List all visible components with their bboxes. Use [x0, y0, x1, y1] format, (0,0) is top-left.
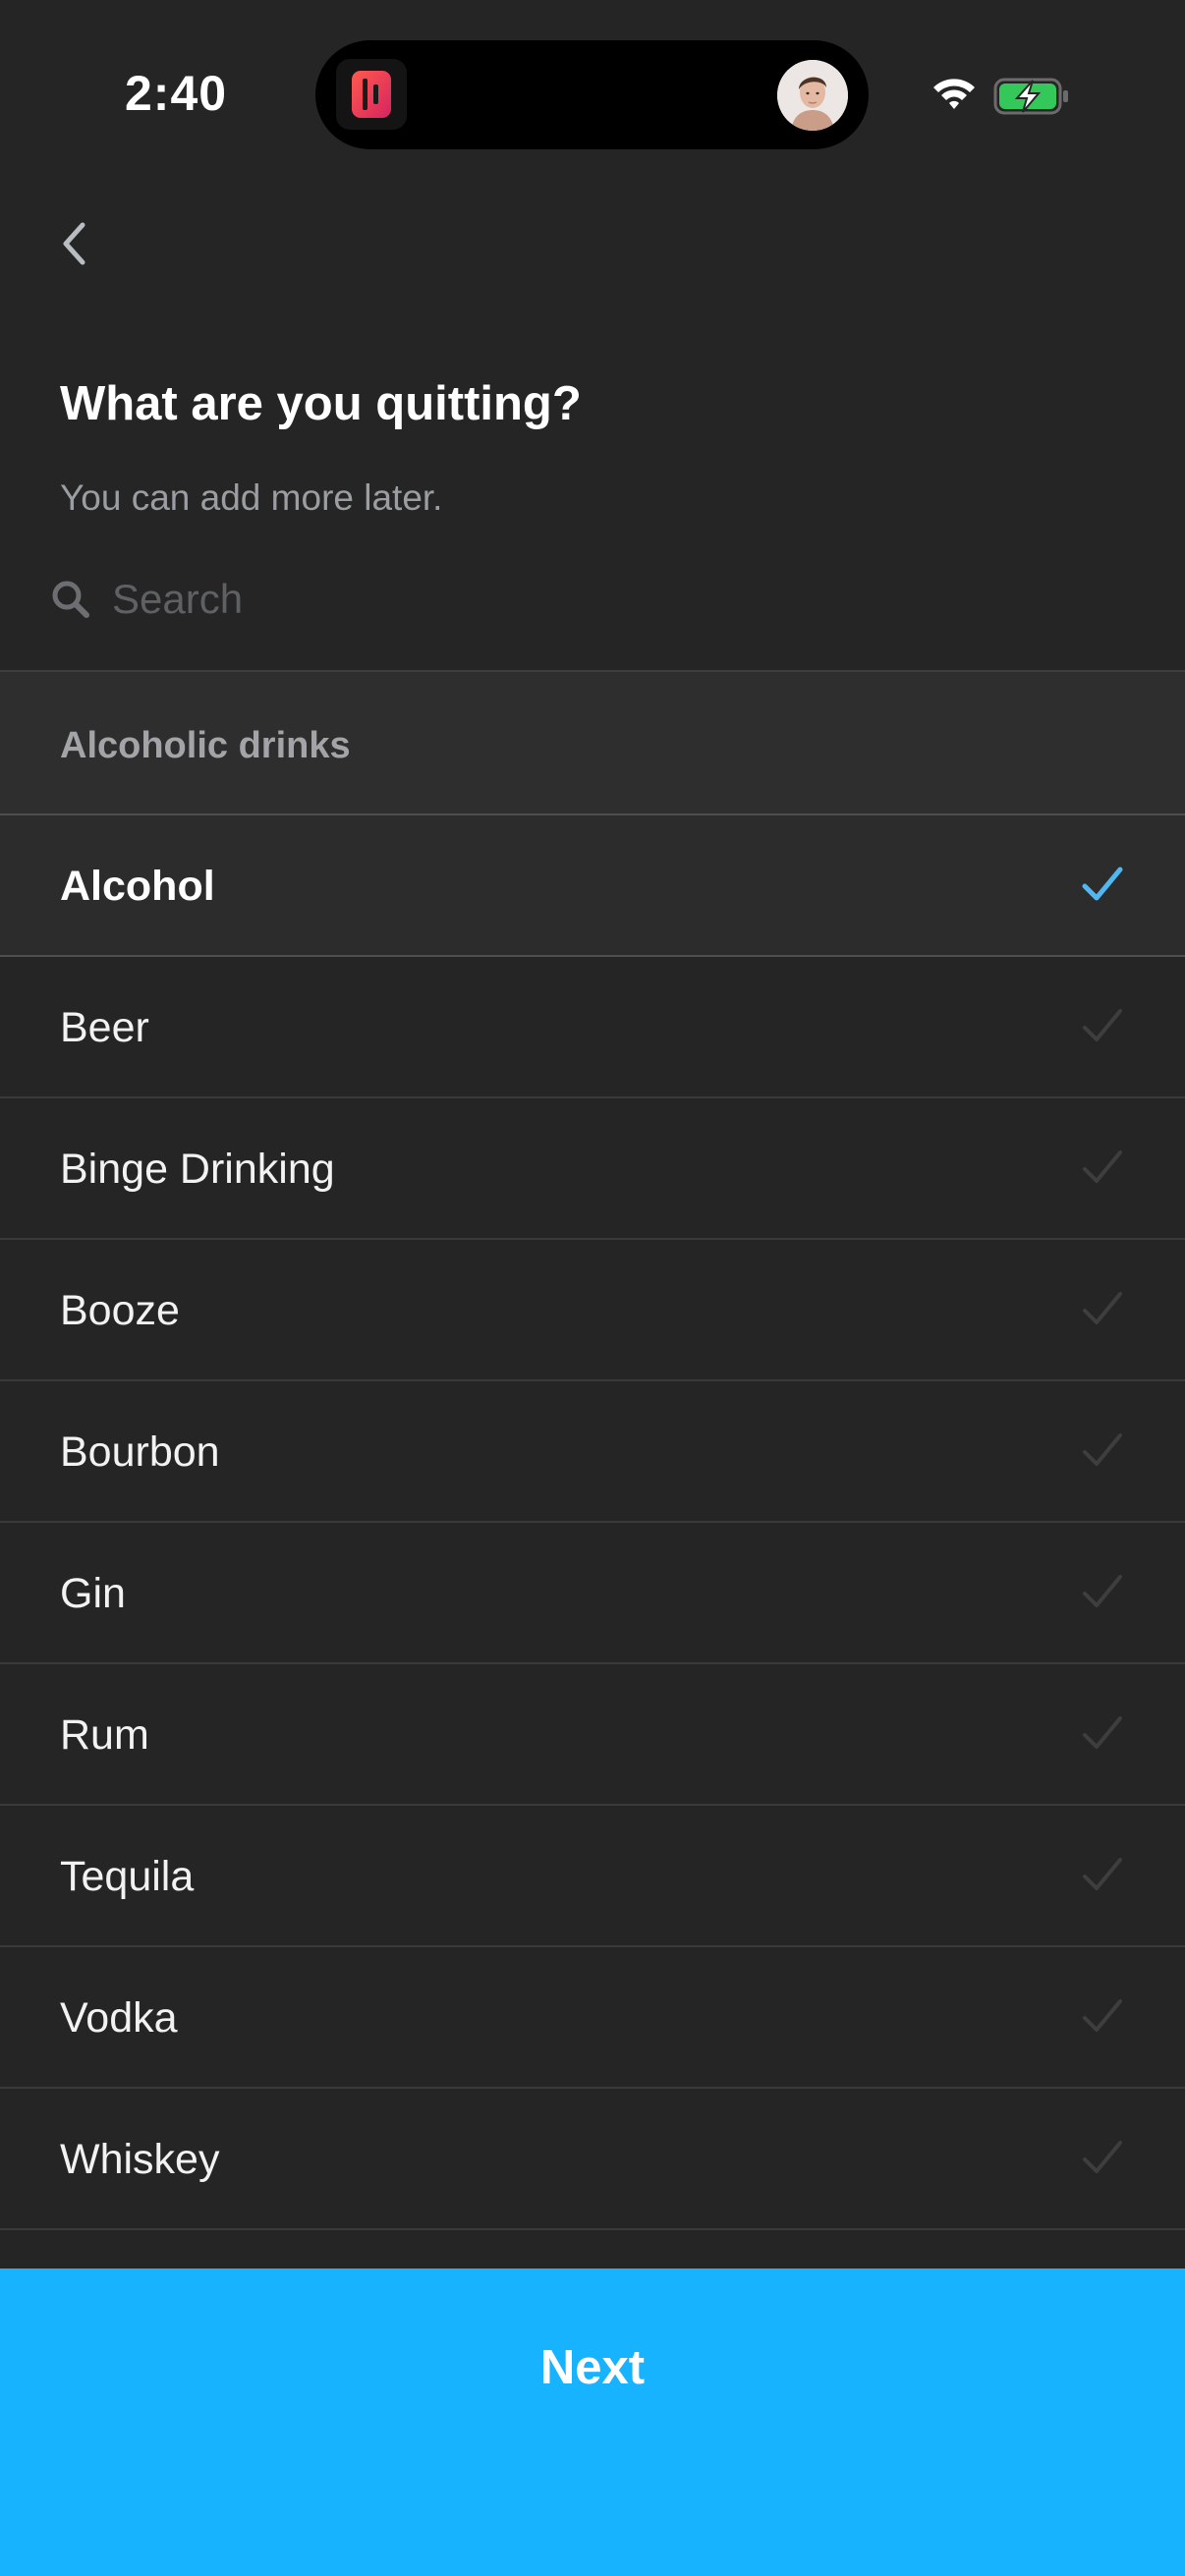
next-button-label: Next	[539, 2341, 646, 2394]
list-item-label: Beer	[60, 1004, 149, 1051]
list-item-label: Booze	[60, 1287, 180, 1334]
list-item-label: Tequila	[60, 1853, 195, 1900]
checkmark-icon	[1081, 2138, 1124, 2182]
checkmark-icon	[1081, 1006, 1124, 1050]
item-list: Alcohol Beer Binge Drinking Booze Bourbo…	[0, 815, 1185, 2230]
list-item-whiskey[interactable]: Whiskey	[0, 2089, 1185, 2230]
checkmark-icon	[1081, 1148, 1124, 1192]
list-item-binge-drinking[interactable]: Binge Drinking	[0, 1098, 1185, 1240]
page-title: What are you quitting?	[60, 377, 582, 430]
list-item-tequila[interactable]: Tequila	[0, 1806, 1185, 1947]
list-item-beer[interactable]: Beer	[0, 957, 1185, 1098]
list-item-bourbon[interactable]: Bourbon	[0, 1381, 1185, 1523]
checkmark-icon	[1081, 865, 1124, 909]
checkmark-icon	[1081, 1572, 1124, 1616]
wifi-icon	[930, 74, 979, 116]
list-item-label: Alcohol	[60, 863, 215, 910]
status-bar: 2:40	[0, 0, 1185, 187]
checkmark-icon	[1081, 1289, 1124, 1333]
page-subtitle: You can add more later.	[60, 477, 443, 518]
checkmark-icon	[1081, 1855, 1124, 1899]
avatar	[777, 60, 848, 131]
status-time: 2:40	[125, 66, 228, 121]
list-item-alcohol[interactable]: Alcohol	[0, 815, 1185, 957]
list-item-label: Whiskey	[60, 2136, 220, 2183]
checkmark-icon	[1081, 1713, 1124, 1758]
search-icon	[49, 578, 92, 621]
app-activity-icon	[336, 59, 407, 130]
list-item-vodka[interactable]: Vodka	[0, 1947, 1185, 2089]
search-bar	[49, 560, 1130, 639]
dynamic-island	[315, 40, 869, 149]
chevron-left-icon	[59, 221, 88, 271]
back-button[interactable]	[39, 211, 108, 280]
section-title: Alcoholic drinks	[60, 725, 351, 766]
list-item-rum[interactable]: Rum	[0, 1664, 1185, 1806]
checkmark-icon	[1081, 1996, 1124, 2041]
checkmark-icon	[1081, 1430, 1124, 1475]
next-button[interactable]: Next	[0, 2268, 1185, 2576]
list-item-label: Gin	[60, 1570, 126, 1617]
list-item-label: Binge Drinking	[60, 1146, 335, 1193]
list-item-gin[interactable]: Gin	[0, 1523, 1185, 1664]
list-item-booze[interactable]: Booze	[0, 1240, 1185, 1381]
list-item-label: Rum	[60, 1711, 149, 1759]
search-input[interactable]	[112, 565, 996, 634]
battery-charging-icon	[993, 77, 1072, 121]
list-item-label: Vodka	[60, 1994, 178, 2042]
list-item-label: Bourbon	[60, 1428, 220, 1476]
section-header: Alcoholic drinks	[0, 670, 1185, 815]
